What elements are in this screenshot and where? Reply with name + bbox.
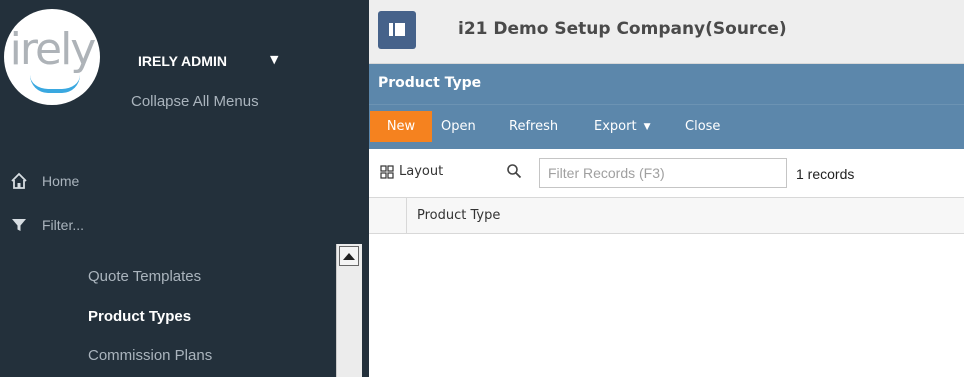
home-icon (11, 172, 27, 189)
grid-layout-icon (380, 164, 394, 179)
layout-button[interactable]: Layout (380, 164, 443, 179)
menu-item-commission-plans[interactable]: Commission Plans (88, 347, 212, 364)
nav-filter[interactable]: Filter... (10, 216, 84, 234)
export-button[interactable]: Export ▼ (594, 111, 650, 142)
nav-home-label: Home (42, 173, 80, 189)
menu-item-product-types[interactable]: Product Types (88, 308, 191, 325)
funnel-icon (12, 219, 26, 231)
nav-filter-label: Filter... (42, 217, 85, 233)
panel-title: Product Type (378, 75, 482, 91)
company-title: i21 Demo Setup Company(Source) (458, 19, 787, 39)
refresh-button[interactable]: Refresh (509, 111, 558, 142)
company-logo: irely (4, 9, 100, 105)
layout-label: Layout (399, 164, 444, 179)
scroll-up-arrow-icon[interactable] (339, 246, 359, 266)
menu-item-quote-templates[interactable]: Quote Templates (88, 268, 201, 285)
nav-home[interactable]: Home (10, 172, 79, 190)
row-selector-header[interactable] (369, 198, 407, 234)
record-count: 1 records (796, 166, 855, 182)
user-menu-button[interactable]: IRELY ADMIN (138, 53, 227, 69)
logo-smile (30, 75, 80, 93)
chevron-down-icon[interactable]: ▼ (270, 53, 278, 66)
chevron-down-icon: ▼ (643, 121, 651, 132)
search-icon (507, 164, 522, 179)
column-header-product-type[interactable]: Product Type (417, 208, 500, 223)
close-button[interactable]: Close (685, 111, 720, 142)
sidebar-toggle-icon (389, 23, 405, 36)
sidebar-toggle-button[interactable] (378, 11, 416, 49)
export-label: Export (594, 119, 637, 134)
collapse-all-menus-link[interactable]: Collapse All Menus (131, 93, 259, 110)
open-button[interactable]: Open (441, 111, 476, 142)
logo-text: irely (9, 24, 97, 75)
new-button[interactable]: New (370, 111, 432, 142)
filter-records-input[interactable] (539, 158, 787, 188)
